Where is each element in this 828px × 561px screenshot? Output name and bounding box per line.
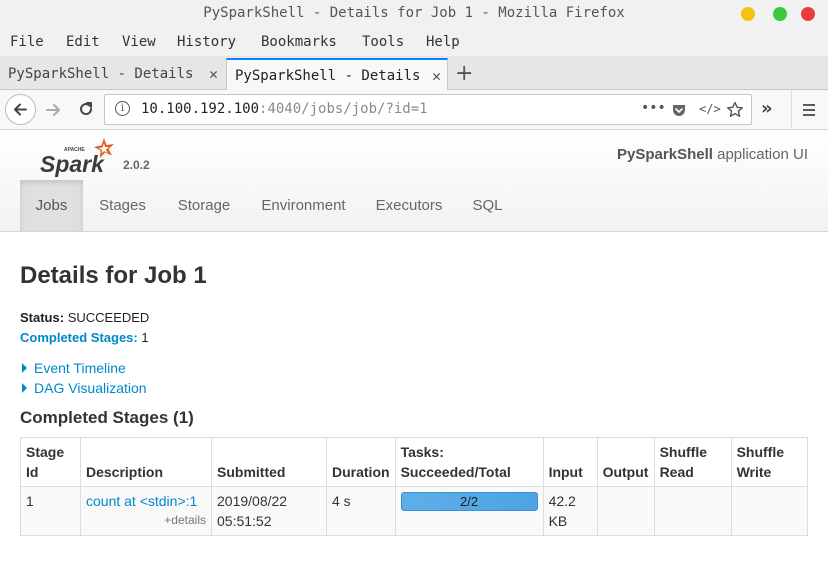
bookmark-star-icon[interactable] [726,101,744,119]
navigation-bar: i 10.100.192.100:4040/jobs/job/?id=1 •••… [0,90,828,130]
tab-strip: PySparkShell - Details for Job 1 ✕ PySpa… [0,56,828,91]
stage-description-link[interactable]: count at <stdin>:1 [86,493,197,509]
menu-tools[interactable]: Tools [362,34,404,50]
nav-tab-stages[interactable]: Stages [87,180,158,231]
close-window-button[interactable] [801,7,815,21]
event-timeline-toggle[interactable]: Event Timeline [22,360,126,376]
col-stage-id[interactable]: Stage Id [20,437,81,487]
url-host: 10.100.192.100 [141,101,260,117]
site-info-icon[interactable]: i [115,101,130,116]
col-output[interactable]: Output [596,437,655,487]
spark-logo[interactable]: APACHE Spark [38,136,124,180]
cell-output [596,486,655,536]
dag-visualization-toggle[interactable]: DAG Visualization [22,380,147,396]
new-tab-icon[interactable]: + [455,61,473,86]
browser-tab-1[interactable]: PySparkShell - Details for Job 1 ✕ [0,58,224,90]
col-input[interactable]: Input [542,437,598,487]
submitted-time: 05:51:52 [217,513,272,529]
col-shuffle-read[interactable]: Shuffle Read [653,437,732,487]
forward-arrow-icon[interactable] [44,101,62,119]
cell-duration: 4 s [326,486,396,536]
dag-visualization-label: DAG Visualization [34,380,147,396]
input-value: 42.2 [548,493,576,509]
submitted-date: 2019/08/22 [217,493,288,509]
pocket-icon[interactable] [671,102,687,118]
tasks-progress-label: 2/2 [460,494,479,509]
cell-shuffle-read [653,486,732,536]
nav-tab-executors[interactable]: Executors [367,180,451,231]
col-submitted[interactable]: Submitted [211,437,327,487]
maximize-button[interactable] [773,7,787,21]
tab-label: PySparkShell - Details for Job 1 [8,66,194,82]
details-toggle[interactable]: +details [86,511,206,529]
col-description[interactable]: Description [80,437,212,487]
nav-tab-storage[interactable]: Storage [166,180,242,231]
col-shuffle-write[interactable]: Shuffle Write [730,437,809,487]
menu-history[interactable]: History [177,34,236,50]
cell-stage-id: 1 [20,486,81,536]
url-bar[interactable]: i 10.100.192.100:4040/jobs/job/?id=1 •••… [104,94,752,125]
expand-arrow-icon [22,363,27,373]
close-tab-icon[interactable]: ✕ [432,67,441,85]
completed-stages-count: 1 [141,330,149,345]
event-timeline-label: Event Timeline [34,360,126,376]
app-name: PySparkShell application UI [617,146,808,163]
overflow-chevron-icon[interactable]: » [761,98,773,119]
svg-text:Spark: Spark [40,151,105,177]
completed-stages-link[interactable]: Completed Stages: [20,330,138,345]
cell-shuffle-write [730,486,809,536]
nav-tab-environment[interactable]: Environment [251,180,356,231]
table-header-row: Stage Id Description Submitted Duration T… [20,437,809,487]
menu-edit[interactable]: Edit [66,34,100,50]
window-title: PySparkShell - Details for Job 1 - Mozil… [203,5,625,21]
menu-bar: File Edit View History Bookmarks Tools H… [0,29,828,56]
nav-tab-sql[interactable]: SQL [464,180,511,231]
col-duration[interactable]: Duration [326,437,396,487]
menu-help[interactable]: Help [426,34,460,50]
browser-tab-2[interactable]: PySparkShell - Details for Job 1 ✕ [226,58,448,91]
spark-header: APACHE Spark 2.0.2 PySparkShell applicat… [0,130,828,232]
status-line: Status: SUCCEEDED [20,310,149,325]
spark-version: 2.0.2 [123,158,150,172]
close-tab-icon[interactable]: ✕ [209,65,218,83]
back-arrow-icon [14,103,27,116]
app-name-bold: PySparkShell [617,146,713,163]
hamburger-menu-icon[interactable] [801,102,817,118]
tab-label: PySparkShell - Details for Job 1 [235,68,421,84]
app-name-suffix: application UI [712,146,808,163]
back-button[interactable] [5,94,36,125]
status-value: SUCCEEDED [67,310,150,325]
reader-view-icon[interactable]: </> [699,102,721,116]
url-text: 10.100.192.100:4040/jobs/job/?id=1 [141,101,428,117]
menu-bookmarks[interactable]: Bookmarks [261,34,337,50]
cell-submitted: 2019/08/22 05:51:52 [211,486,327,536]
menu-view[interactable]: View [122,34,156,50]
page-title: Details for Job 1 [20,262,207,289]
menu-file[interactable]: File [10,34,44,50]
tasks-progress-bar: 2/2 [400,492,538,511]
nav-tab-jobs[interactable]: Jobs [20,180,83,231]
input-unit: KB [548,513,568,529]
table-row: 1 count at <stdin>:1 +details 2019/08/22… [20,486,809,536]
minimize-button[interactable] [741,7,755,21]
completed-stages-line: Completed Stages: 1 [20,330,149,345]
completed-stages-title[interactable]: Completed Stages (1) [20,408,194,428]
expand-arrow-icon [22,383,27,393]
toolbar-divider [791,90,792,130]
cell-tasks: 2/2 [394,486,544,536]
url-path: :4040/jobs/job/?id=1 [259,101,428,117]
status-label: Status: [20,310,65,325]
window-titlebar: PySparkShell - Details for Job 1 - Mozil… [0,0,828,29]
reload-icon[interactable] [77,100,95,118]
cell-description: count at <stdin>:1 +details [80,486,212,536]
cell-input: 42.2 KB [542,486,598,536]
col-tasks[interactable]: Tasks: Succeeded/Total [394,437,544,487]
page-actions-icon[interactable]: ••• [641,100,666,116]
completed-stages-table: Stage Id Description Submitted Duration T… [20,437,809,536]
